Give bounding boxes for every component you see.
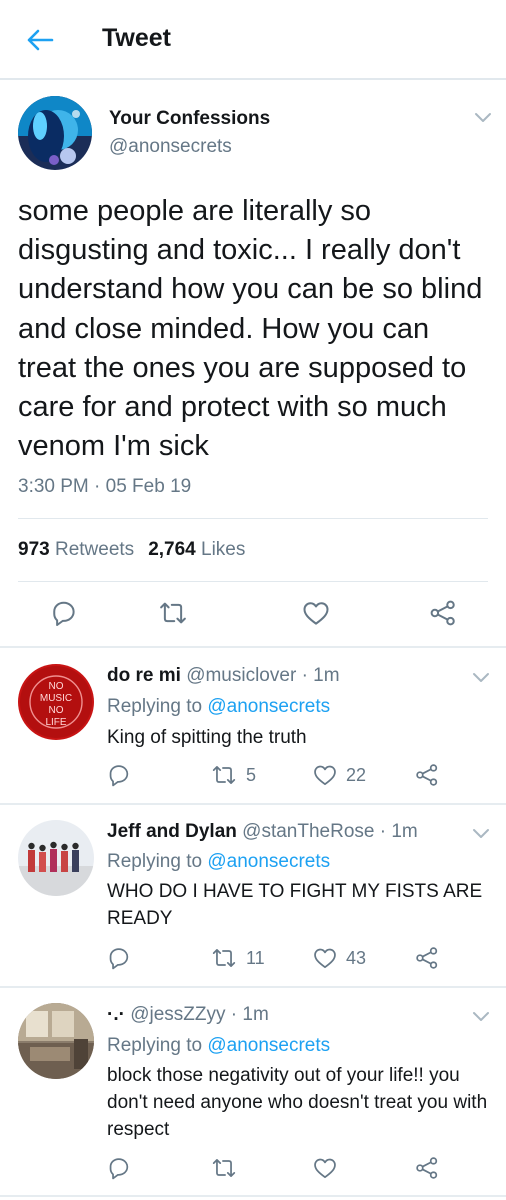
- retweet-icon[interactable]: [210, 1155, 238, 1181]
- replying-prefix: Replying to: [107, 1035, 203, 1056]
- like-icon[interactable]: [312, 945, 338, 971]
- likes-label: Likes: [201, 539, 246, 560]
- reply-header: do re mi @musiclover · 1m: [107, 665, 340, 687]
- likes-count: 2,764: [148, 539, 196, 560]
- reply-author-handle[interactable]: @stanTheRose: [242, 821, 374, 842]
- chevron-down-icon[interactable]: [470, 826, 492, 842]
- like-icon[interactable]: [312, 1155, 338, 1181]
- reply-time: · 1m: [230, 1004, 269, 1025]
- likes-stat[interactable]: 2,764 Likes: [148, 539, 245, 560]
- author-name[interactable]: Your Confessions: [109, 108, 270, 130]
- retweet-icon[interactable]: [210, 762, 238, 788]
- page-title: Tweet: [102, 24, 171, 52]
- reply-icon[interactable]: [106, 945, 132, 971]
- reply-text: WHO DO I HAVE TO FIGHT MY FISTS ARE READ…: [107, 881, 483, 929]
- reply-author-handle[interactable]: @jessZZyy: [130, 1004, 225, 1025]
- reply-time: · 1m: [301, 665, 340, 686]
- replying-prefix: Replying to: [107, 696, 203, 717]
- reply-icon[interactable]: [106, 1155, 132, 1181]
- replying-mention[interactable]: @anonsecrets: [207, 696, 330, 717]
- replying-to: Replying to @anonsecrets: [107, 1035, 330, 1057]
- avatar-word: LIFE: [45, 717, 66, 728]
- divider: [18, 518, 488, 519]
- replying-prefix: Replying to: [107, 851, 203, 872]
- reply-avatar[interactable]: NO MUSIC NO LIFE: [18, 664, 94, 740]
- like-icon[interactable]: [301, 598, 331, 628]
- tweet-timestamp: 3:30 PM · 05 Feb 19: [18, 476, 192, 497]
- arrow-left-icon: [27, 29, 54, 51]
- separator: [0, 646, 506, 648]
- like-count: 22: [346, 765, 367, 785]
- replying-to: Replying to @anonsecrets: [107, 696, 330, 718]
- reply-time: · 1m: [379, 821, 418, 842]
- retweets-count: 973: [18, 539, 50, 560]
- reply-icon[interactable]: [106, 762, 132, 788]
- share-icon[interactable]: [428, 598, 458, 628]
- reply-text: block those negativity out of your life!…: [107, 1065, 488, 1140]
- retweet-count: 11: [246, 948, 265, 968]
- retweets-label: Retweets: [54, 539, 135, 560]
- retweet-count: 5: [246, 765, 257, 785]
- avatar-word: NO: [49, 681, 64, 692]
- reply-author-name[interactable]: Jeff and Dylan: [107, 821, 237, 842]
- reply-icon[interactable]: [49, 598, 79, 628]
- replying-to: Replying to @anonsecrets: [107, 851, 330, 873]
- tweet-stats: 973 Retweets 2,764 Likes: [18, 539, 245, 561]
- chevron-down-icon[interactable]: [470, 1009, 492, 1025]
- separator: [0, 986, 506, 988]
- tweet-body: some people are literally so disgusting …: [18, 195, 483, 463]
- retweets-stat[interactable]: 973 Retweets: [18, 539, 134, 560]
- reply-author-handle[interactable]: @musiclover: [186, 665, 296, 686]
- reply-avatar[interactable]: [18, 1003, 94, 1079]
- top-bar: Tweet: [0, 0, 506, 80]
- separator: [0, 1195, 506, 1197]
- retweet-icon[interactable]: [157, 598, 189, 628]
- reply-header: ·.· @jessZZyy · 1m: [107, 1004, 269, 1026]
- replying-mention[interactable]: @anonsecrets: [207, 1035, 330, 1056]
- share-icon[interactable]: [414, 762, 440, 788]
- author-avatar[interactable]: [18, 96, 92, 170]
- reply-header: Jeff and Dylan @stanTheRose · 1m: [107, 821, 418, 843]
- reply-author-name[interactable]: do re mi: [107, 665, 181, 686]
- author-handle[interactable]: @anonsecrets: [109, 136, 232, 158]
- chevron-down-icon[interactable]: [470, 670, 492, 686]
- reply-avatar[interactable]: [18, 820, 94, 896]
- retweet-icon[interactable]: [210, 945, 238, 971]
- like-icon[interactable]: [312, 762, 338, 788]
- divider: [18, 581, 488, 582]
- reply-author-name[interactable]: ·.·: [107, 1004, 125, 1025]
- share-icon[interactable]: [414, 1155, 440, 1181]
- back-button[interactable]: [20, 22, 60, 58]
- reply-text: King of spitting the truth: [107, 727, 307, 748]
- avatar-word: MUSIC: [40, 693, 72, 704]
- chevron-down-icon[interactable]: [472, 110, 494, 126]
- avatar-word: NO: [49, 705, 64, 716]
- separator: [0, 803, 506, 805]
- like-count: 43: [346, 948, 367, 968]
- replying-mention[interactable]: @anonsecrets: [207, 851, 330, 872]
- share-icon[interactable]: [414, 945, 440, 971]
